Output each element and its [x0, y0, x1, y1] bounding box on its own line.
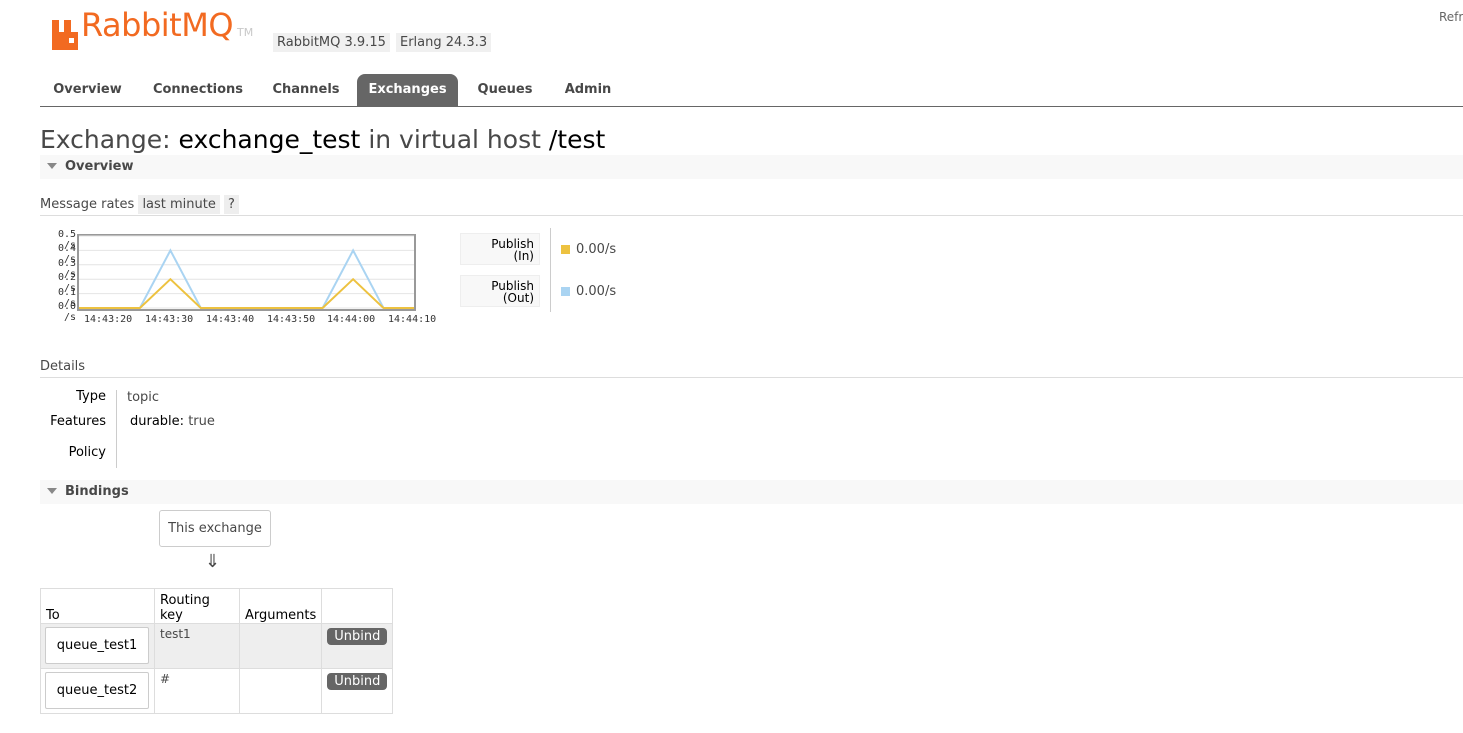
- queue-link[interactable]: queue_test2: [45, 672, 149, 709]
- tab-admin[interactable]: Admin: [555, 74, 621, 106]
- to-cell: queue_test2: [40, 668, 155, 714]
- help-button[interactable]: ?: [224, 195, 239, 214]
- y-tick-label: 0.0 /s: [57, 301, 76, 323]
- feature-value: true: [188, 414, 215, 429]
- legend-label-sub: (Out): [502, 291, 534, 305]
- table-header-row: To Routing key Arguments: [40, 588, 394, 624]
- this-exchange-box: This exchange: [159, 510, 271, 547]
- page-title: Exchange: exchange_test in virtual host …: [40, 125, 605, 154]
- publish-in-rate: 0.00/s: [576, 242, 617, 257]
- type-value: topic: [127, 390, 160, 405]
- feature-key: durable:: [130, 414, 185, 429]
- collapse-triangle-icon: [47, 163, 57, 169]
- tab-connections[interactable]: Connections: [143, 74, 253, 106]
- refresh-select[interactable]: Refr: [1439, 10, 1463, 24]
- x-tick-label: 14:43:50: [267, 314, 316, 325]
- features-label: Features: [50, 414, 106, 429]
- bindings-table: To Routing key Arguments queue_test1 tes…: [40, 588, 394, 714]
- policy-label: Policy: [68, 445, 106, 460]
- rabbit-logo-icon: [50, 20, 78, 50]
- bindings-section-toggle[interactable]: Bindings: [40, 480, 1463, 504]
- routing-key: test1: [160, 627, 191, 641]
- publish-out-swatch: [561, 287, 570, 296]
- title-middle: in virtual host: [368, 125, 541, 154]
- tab-queues[interactable]: Queues: [468, 74, 542, 106]
- publish-in-swatch: [561, 245, 570, 254]
- main-nav-tabs: Overview Connections Channels Exchanges …: [40, 74, 1463, 107]
- collapse-triangle-icon: [47, 488, 57, 494]
- overview-section-toggle[interactable]: Overview: [40, 155, 1463, 179]
- tab-overview[interactable]: Overview: [40, 74, 135, 106]
- action-cell: Unbind: [321, 623, 394, 669]
- overview-section-label: Overview: [65, 159, 134, 174]
- column-header-actions: [321, 588, 394, 624]
- bindings-section-label: Bindings: [65, 484, 129, 499]
- column-header-arguments: Arguments: [238, 588, 323, 624]
- unbind-button[interactable]: Unbind: [327, 628, 388, 645]
- rabbitmq-logo[interactable]: RabbitMQ TM: [50, 8, 253, 50]
- rate-chart-plot: [77, 234, 416, 311]
- tab-channels[interactable]: Channels: [262, 74, 350, 106]
- publish-out-rate: 0.00/s: [576, 284, 617, 299]
- routing-key-cell: #: [154, 668, 240, 714]
- column-header-routing-key: Routing key: [154, 588, 240, 624]
- action-cell: Unbind: [321, 668, 394, 714]
- legend-divider: [550, 228, 551, 312]
- x-tick-label: 14:44:10: [388, 314, 437, 325]
- details-header: Details: [40, 359, 1463, 378]
- logo-wordmark: RabbitMQ TM: [81, 6, 254, 44]
- x-tick-label: 14:43:20: [84, 314, 133, 325]
- x-tick-label: 14:43:30: [145, 314, 194, 325]
- title-prefix: Exchange:: [40, 125, 171, 154]
- legend-publish-out: Publish (Out): [460, 275, 540, 307]
- down-arrow-icon: ⇓: [205, 551, 221, 572]
- table-row: queue_test1 test1 Unbind: [40, 623, 394, 669]
- rate-range-selector[interactable]: last minute: [138, 195, 220, 214]
- exchange-name: exchange_test: [178, 125, 361, 154]
- legend-publish-in: Publish (In): [460, 233, 540, 265]
- column-header-to: To: [40, 588, 155, 624]
- tab-exchanges[interactable]: Exchanges: [357, 74, 458, 106]
- details-divider: [116, 390, 117, 468]
- routing-key-cell: test1: [154, 623, 240, 669]
- type-label: Type: [76, 389, 106, 404]
- x-tick-label: 14:44:00: [327, 314, 376, 325]
- erlang-version-badge: Erlang 24.3.3: [396, 33, 492, 52]
- arguments-cell: [238, 623, 323, 669]
- unbind-button[interactable]: Unbind: [327, 673, 388, 690]
- arguments-cell: [238, 668, 323, 714]
- vhost-name: /test: [548, 125, 606, 154]
- rabbitmq-version-badge: RabbitMQ 3.9.15: [273, 33, 390, 52]
- features-value: durable: true: [130, 414, 215, 429]
- message-rates-label: Message rates: [40, 197, 135, 212]
- to-cell: queue_test1: [40, 623, 155, 669]
- message-rates-header: Message rates last minute ?: [40, 195, 1463, 216]
- legend-label-sub: (In): [513, 249, 534, 263]
- x-tick-label: 14:43:40: [206, 314, 255, 325]
- details-heading: Details: [40, 359, 86, 374]
- routing-key: #: [160, 672, 171, 686]
- table-row: queue_test2 # Unbind: [40, 668, 394, 714]
- queue-link[interactable]: queue_test1: [45, 627, 149, 664]
- message-rates-chart: 0.5 /s 0.4 /s 0.3 /s 0.2 /s 0.1 /s 0.0 /…: [40, 229, 480, 329]
